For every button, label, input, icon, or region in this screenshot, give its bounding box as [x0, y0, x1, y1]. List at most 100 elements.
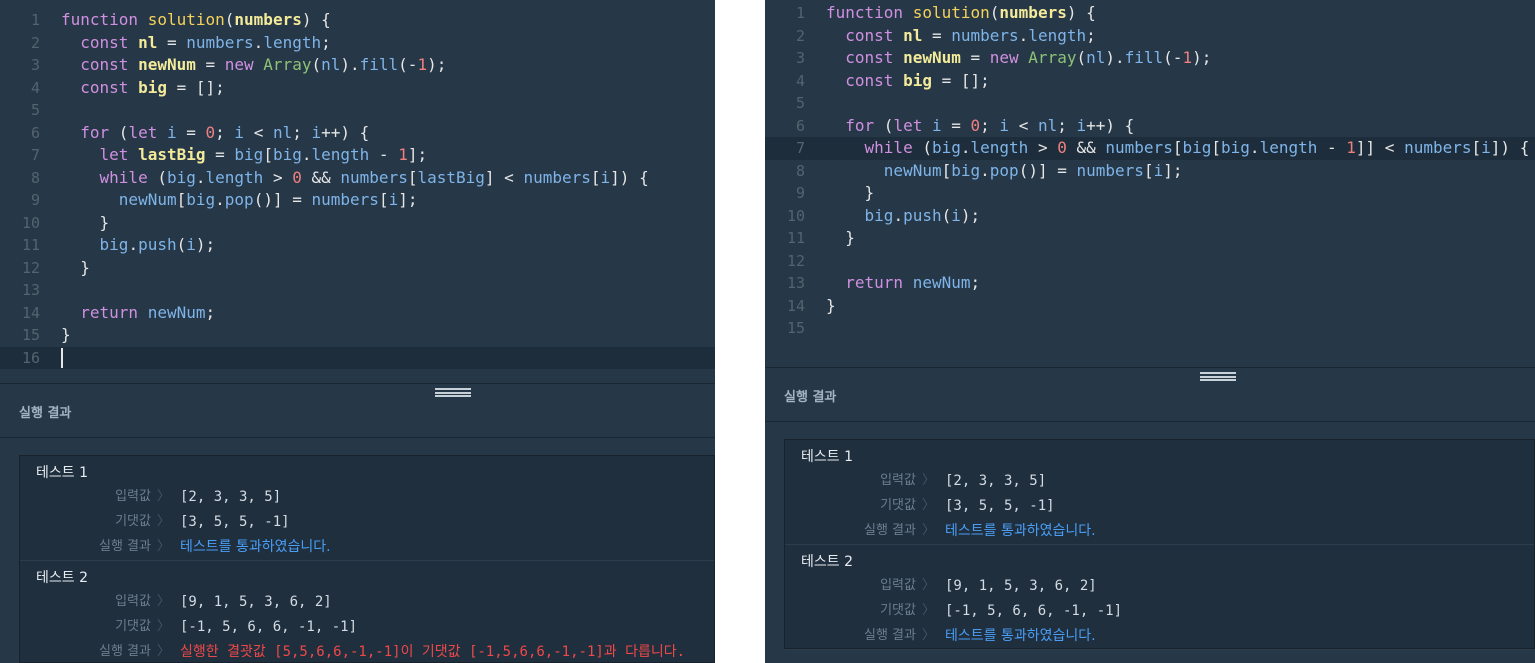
code-token: i: [951, 205, 961, 225]
code-line[interactable]: 6 for (let i = 0; i < nl; i++) {: [765, 115, 1535, 138]
code-token: (: [311, 55, 322, 74]
code-line[interactable]: 14}: [765, 295, 1535, 318]
code-token: =: [195, 55, 225, 74]
code-token: new: [989, 48, 1029, 67]
result-row: 입력값 〉 [2, 3, 3, 5]: [785, 471, 1534, 491]
result-row: 기댓값 〉 [-1, 5, 6, 6, -1, -1]: [20, 617, 714, 637]
code-token: nl: [903, 25, 923, 45]
code-line[interactable]: 11 big.push(i);: [0, 234, 715, 257]
code-token: (: [989, 3, 1000, 22]
code-line[interactable]: 1 function solution(numbers) {: [0, 9, 715, 32]
code-line[interactable]: 16: [0, 346, 715, 369]
code-line[interactable]: 2 const nl = numbers.length;: [0, 32, 715, 55]
code-line[interactable]: 12: [765, 250, 1535, 273]
code-token: 1: [398, 145, 408, 164]
code-line[interactable]: 9 newNum[big.pop()] = numbers[i];: [0, 189, 715, 212]
code-line[interactable]: 14 return newNum;: [0, 302, 715, 325]
code-token: push: [138, 235, 177, 254]
code-token: i: [600, 167, 611, 187]
code-line[interactable]: 7 while (big.length > 0 && numbers[big[b…: [765, 137, 1535, 160]
code-line[interactable]: 1 function solution(numbers) {: [765, 2, 1535, 25]
code-text: const newNum = new Array(nl).fill(-1);: [826, 47, 1211, 70]
code-token: numbers: [951, 25, 1019, 45]
code-token: <: [1009, 115, 1038, 135]
code-token: [: [1471, 138, 1482, 157]
code-token: .: [215, 190, 225, 209]
code-area[interactable]: 1 function solution(numbers) {2 const nl …: [765, 2, 1535, 340]
result-label-wrap: 실행 결과 〉: [20, 537, 170, 557]
code-editor[interactable]: 1 function solution(numbers) {2 const nl …: [0, 0, 715, 383]
code-token: big: [931, 138, 961, 157]
code-token: function: [61, 10, 148, 29]
code-line[interactable]: 5: [0, 99, 715, 122]
code-token: [: [176, 190, 187, 209]
code-line[interactable]: 10 big.push(i);: [765, 205, 1535, 228]
code-token: while: [99, 167, 158, 187]
test-case: 테스트 1 입력값 〉 [2, 3, 3, 5] 기댓값 〉 [3, 5, 5, -1] 실행…: [20, 456, 714, 561]
code-token: ;: [321, 32, 331, 52]
code-line[interactable]: 3 const newNum = new Array(nl).fill(-1);: [0, 54, 715, 77]
code-line[interactable]: 10 }: [0, 212, 715, 235]
code-token: pop: [989, 160, 1019, 180]
code-line[interactable]: 11 }: [765, 227, 1535, 250]
result-label: 입력값 〉: [880, 576, 935, 596]
result-row: 실행 결과 〉 테스트를 통과하였습니다.: [785, 521, 1534, 541]
code-line[interactable]: 15}: [0, 324, 715, 347]
code-token: newNum: [912, 273, 971, 292]
code-line[interactable]: 15: [765, 317, 1535, 340]
code-line[interactable]: 8 while (big.length > 0 && numbers[lastB…: [0, 167, 715, 190]
result-label-text: 기댓값: [880, 498, 916, 513]
result-label-text: 실행 결과: [864, 523, 916, 538]
result-label-wrap: 입력값 〉: [20, 592, 170, 612]
code-line[interactable]: 13 return newNum;: [765, 272, 1535, 295]
code-token: big: [864, 205, 894, 225]
code-line[interactable]: 2 const nl = numbers.length;: [765, 25, 1535, 48]
code-token: solution: [147, 10, 225, 29]
code-line[interactable]: 9 }: [765, 182, 1535, 205]
code-text: }: [61, 257, 90, 280]
line-number: 14: [21, 303, 40, 322]
code-token: lastBig: [417, 167, 485, 187]
pass-message: 테스트를 통과하였습니다.: [945, 523, 1096, 539]
code-line[interactable]: 13: [0, 279, 715, 302]
result-value: [9, 1, 5, 3, 6, 2]: [180, 594, 332, 610]
line-number: 9: [795, 184, 805, 202]
code-token: [];: [195, 77, 225, 97]
code-token: numbers: [999, 3, 1067, 22]
code-token: ;: [970, 273, 981, 292]
code-editor[interactable]: 1 function solution(numbers) {2 const nl …: [765, 0, 1535, 367]
code-line[interactable]: 4 const big = [];: [0, 77, 715, 100]
test-case: 테스트 2 입력값 〉 [9, 1, 5, 3, 6, 2] 기댓값 〉 [-1, 5, 6…: [20, 561, 714, 663]
code-token: .: [1018, 25, 1029, 45]
code-token: [];: [960, 70, 990, 90]
code-token: (: [224, 10, 235, 29]
code-text: const big = [];: [61, 77, 225, 100]
result-row: 실행 결과 〉 테스트를 통과하였습니다.: [785, 626, 1534, 646]
code-line[interactable]: 7 let lastBig = big[big.length - 1];: [0, 144, 715, 167]
code-area[interactable]: 1 function solution(numbers) {2 const nl …: [0, 9, 715, 369]
result-label-text: 실행 결과: [864, 628, 916, 643]
line-number: 11: [786, 229, 805, 247]
code-line[interactable]: 12 }: [0, 257, 715, 280]
results-title: 실행 결과: [784, 390, 837, 405]
code-text: return newNum;: [61, 302, 215, 325]
code-line[interactable]: 3 const newNum = new Array(nl).fill(-1);: [765, 47, 1535, 70]
code-line[interactable]: 5: [765, 92, 1535, 115]
chevron-right-icon: 〉: [921, 628, 935, 643]
chevron-right-icon: 〉: [156, 539, 170, 554]
code-line[interactable]: 8 newNum[big.pop()] = numbers[i];: [765, 160, 1535, 183]
code-line[interactable]: 4 const big = [];: [765, 70, 1535, 93]
code-token: =: [931, 70, 961, 90]
code-line[interactable]: 6 for (let i = 0; i < nl; i++) {: [0, 122, 715, 145]
line-number: 2: [795, 26, 805, 45]
result-label-wrap: 실행 결과 〉: [785, 626, 935, 646]
code-token: big: [99, 235, 129, 254]
code-token: big: [1221, 138, 1250, 157]
code-token: ];: [407, 145, 428, 164]
